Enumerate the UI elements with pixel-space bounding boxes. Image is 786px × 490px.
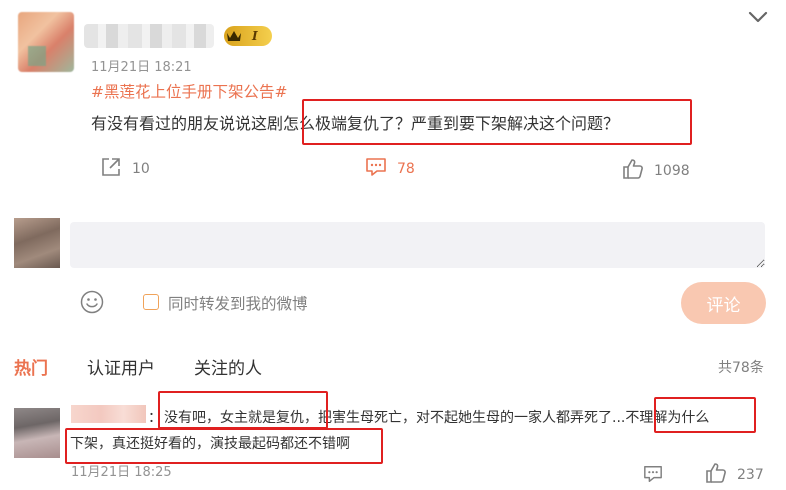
tab-verified-users[interactable]: 认证用户	[87, 354, 155, 379]
repost-label[interactable]: 同时转发到我的微博	[168, 292, 308, 314]
post-timestamp[interactable]: 11月21日 18:21	[91, 56, 192, 75]
comment-count: 78	[397, 161, 415, 177]
comment-input[interactable]	[70, 222, 765, 268]
repost-checkbox[interactable]	[143, 294, 159, 310]
topic-hashtag-link[interactable]: #黑莲花上位手册下架公告#	[91, 80, 287, 102]
reply-avatar[interactable]	[14, 408, 60, 458]
comment-button[interactable]: 78	[365, 156, 415, 182]
comment-icon	[365, 156, 387, 182]
reply-like-count: 237	[737, 467, 764, 483]
author-name-blurred[interactable]	[84, 24, 214, 48]
chevron-down-icon[interactable]	[746, 8, 770, 26]
submit-comment-button[interactable]: 评论	[681, 282, 766, 324]
author-avatar[interactable]	[18, 12, 74, 72]
highlight-box	[302, 99, 692, 145]
reply-author-name-blurred[interactable]	[71, 405, 146, 423]
share-button[interactable]: 10	[100, 156, 150, 182]
reply-like-button[interactable]: 237	[705, 462, 764, 488]
vip-badge[interactable]: I	[224, 26, 272, 46]
like-button[interactable]: 1098	[622, 158, 690, 184]
my-avatar[interactable]	[14, 218, 60, 268]
comment-icon	[643, 466, 663, 488]
tab-hot[interactable]: 热门	[14, 354, 48, 379]
highlight-box	[65, 428, 383, 464]
thumbs-up-icon	[622, 158, 644, 184]
share-count: 10	[132, 161, 150, 177]
total-comment-count: 共78条	[718, 360, 764, 376]
reply-comment-button[interactable]	[643, 464, 663, 488]
like-count: 1098	[654, 163, 690, 179]
vip-level-label: I	[252, 29, 258, 43]
share-icon	[100, 156, 122, 182]
smiley-icon[interactable]	[80, 290, 104, 314]
thumbs-up-icon	[705, 462, 727, 488]
tab-following[interactable]: 关注的人	[194, 354, 262, 379]
crown-icon	[224, 26, 244, 46]
highlight-box	[158, 391, 328, 429]
highlight-box	[654, 397, 756, 433]
